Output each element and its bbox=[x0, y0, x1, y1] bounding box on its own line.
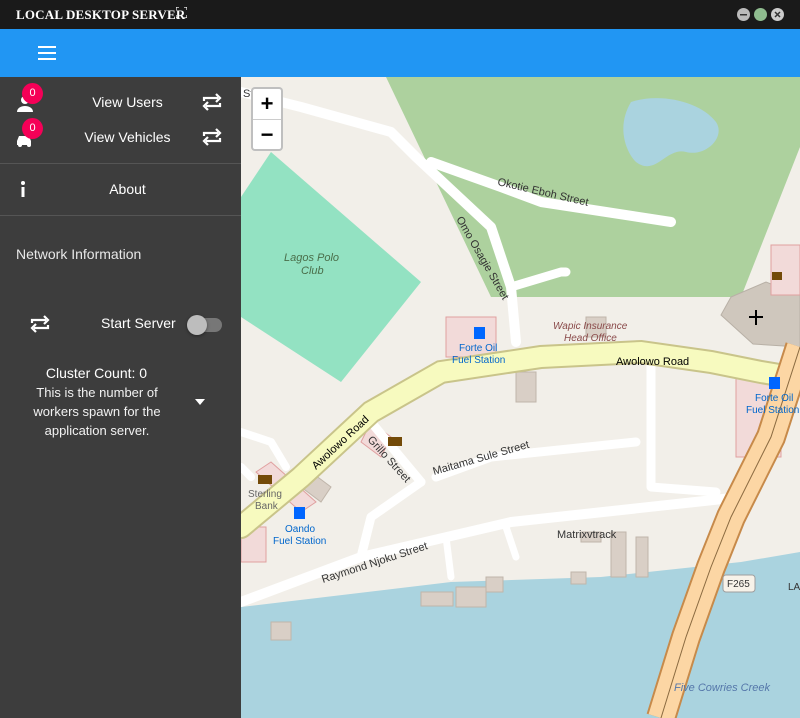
zoom-in-button[interactable]: + bbox=[253, 89, 281, 119]
cluster-count: Cluster Count: 0 bbox=[45, 365, 148, 381]
map-label: Sterling bbox=[248, 489, 282, 500]
map-label: Lagos Polo bbox=[284, 252, 339, 264]
bank-icon bbox=[388, 437, 402, 446]
vehicles-badge: 0 bbox=[22, 118, 43, 139]
sidebar-item-label: View Vehicles bbox=[84, 129, 171, 145]
map-label: Five Cowries Creek bbox=[674, 682, 770, 694]
sidebar-item-users[interactable]: 0 View Users bbox=[0, 83, 241, 117]
window-title: LOCAL DESKTOP SERVER bbox=[16, 7, 186, 22]
divider bbox=[0, 163, 241, 164]
repeat-icon[interactable] bbox=[28, 315, 52, 333]
building bbox=[770, 244, 800, 296]
map-label: Awolowo Road bbox=[616, 356, 689, 368]
map-label: Fuel Station bbox=[452, 355, 505, 366]
minimize-icon[interactable] bbox=[737, 8, 750, 21]
app-bar bbox=[0, 29, 800, 77]
info-icon bbox=[21, 181, 25, 197]
divider bbox=[0, 215, 241, 216]
map-label: Head Office bbox=[564, 333, 617, 344]
zoom-out-button[interactable]: − bbox=[253, 119, 281, 149]
map-label: Oando bbox=[285, 524, 315, 535]
building bbox=[515, 371, 537, 403]
map-canvas[interactable]: Okotie Eboh Street Omo Osagie Street Lag… bbox=[241, 77, 800, 718]
caret-down-icon[interactable] bbox=[195, 399, 205, 405]
close-icon[interactable] bbox=[771, 8, 784, 21]
menu-icon[interactable] bbox=[38, 45, 58, 61]
start-server-label: Start Server bbox=[101, 315, 176, 331]
map-label: Fuel Station bbox=[746, 405, 799, 416]
map-label: Forte Oil bbox=[459, 343, 497, 354]
map-label: LA bbox=[788, 582, 800, 593]
fuel-icon bbox=[769, 377, 780, 389]
map-label: Club bbox=[301, 265, 324, 277]
cluster-description: This is the number of workers spawn for … bbox=[33, 385, 161, 438]
map-label: Matrixvtrack bbox=[557, 529, 617, 541]
users-badge: 0 bbox=[22, 83, 43, 104]
repeat-icon[interactable] bbox=[200, 128, 224, 146]
office-icon bbox=[772, 272, 782, 280]
sidebar-item-label: About bbox=[109, 181, 146, 197]
bank-icon bbox=[258, 475, 272, 484]
maximize-icon[interactable] bbox=[754, 8, 767, 21]
map-label: Forte Oil bbox=[755, 393, 793, 404]
section-title: Network Information bbox=[16, 246, 142, 262]
zoom-control: + − bbox=[251, 87, 283, 151]
map[interactable]: Okotie Eboh Street Omo Osagie Street Lag… bbox=[241, 77, 800, 718]
fuel-icon bbox=[294, 507, 305, 519]
sidebar-item-vehicles[interactable]: 0 View Vehicles bbox=[0, 118, 241, 152]
map-label: Fuel Station bbox=[273, 536, 326, 547]
map-label: Wapic Insurance bbox=[553, 321, 628, 332]
sidebar: 0 View Users 0 View Vehicles About Netwo… bbox=[0, 77, 241, 718]
sidebar-item-label: View Users bbox=[92, 94, 163, 110]
repeat-icon[interactable] bbox=[200, 93, 224, 111]
sidebar-item-about[interactable]: About bbox=[0, 174, 241, 204]
fuel-icon bbox=[474, 327, 485, 339]
server-toggle-thumb[interactable] bbox=[187, 315, 207, 335]
fullscreen-icon[interactable] bbox=[176, 7, 187, 18]
polo-club-area bbox=[241, 152, 421, 382]
map-label: F265 bbox=[727, 579, 750, 590]
title-bar: LOCAL DESKTOP SERVER bbox=[0, 0, 800, 29]
map-label: Bank bbox=[255, 501, 279, 512]
